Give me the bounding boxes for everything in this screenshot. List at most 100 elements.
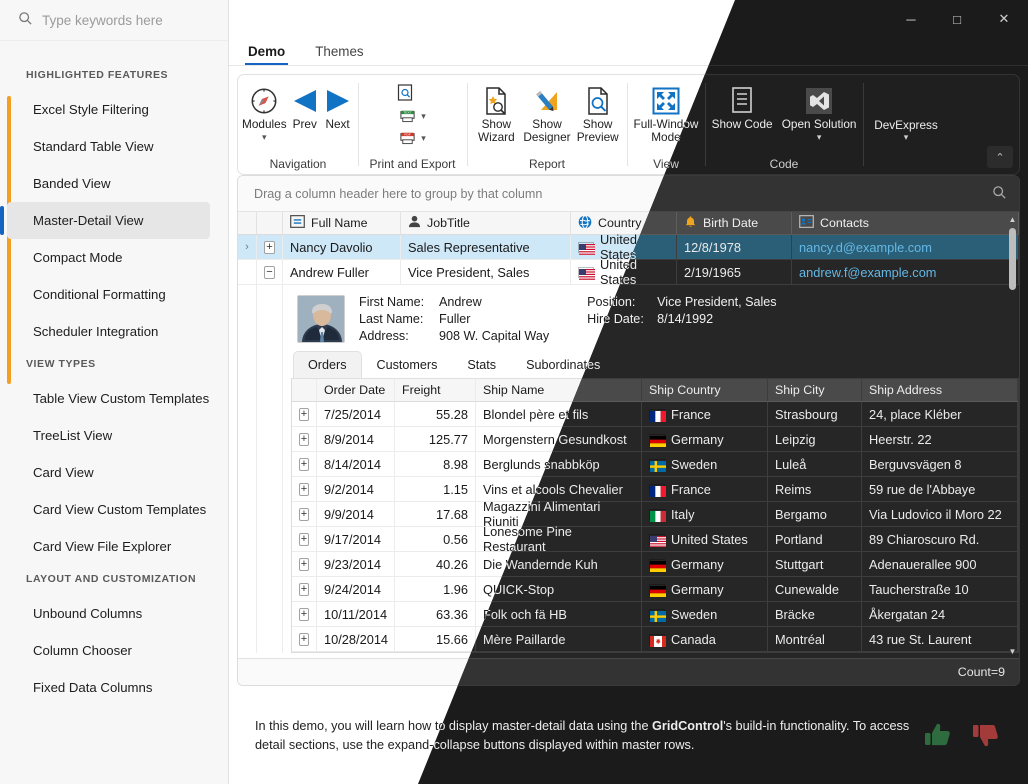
- cell-contacts[interactable]: nancy.d@example.com: [792, 235, 1019, 259]
- vertical-scrollbar[interactable]: ▲ ▼: [1006, 212, 1019, 658]
- search-box[interactable]: Type keywords here: [0, 0, 228, 41]
- detail-column-freight[interactable]: Freight: [395, 379, 476, 401]
- sidebar-item-standard-table-view[interactable]: Standard Table View: [7, 128, 210, 165]
- sidebar-item-conditional-formatting[interactable]: Conditional Formatting: [7, 276, 210, 313]
- expand-collapse-icon[interactable]: +: [299, 508, 309, 521]
- expand-collapse-icon[interactable]: +: [299, 408, 309, 421]
- expand-collapse-icon[interactable]: +: [264, 241, 275, 254]
- cell-order-date: 10/28/2014: [317, 627, 395, 651]
- close-button[interactable]: ✕: [980, 0, 1028, 38]
- expand-collapse-icon[interactable]: +: [299, 433, 309, 446]
- ribbon-button-show-preview[interactable]: ShowPreview: [572, 82, 623, 143]
- grid-column-contacts[interactable]: Contacts: [792, 212, 1019, 234]
- thumbs-down-icon[interactable]: [970, 718, 1004, 755]
- ribbon-group-label: Navigation: [242, 154, 354, 174]
- detail-row-expand-button[interactable]: +: [292, 527, 317, 551]
- chevron-down-icon[interactable]: ▾: [262, 132, 267, 143]
- expand-collapse-icon[interactable]: +: [299, 458, 309, 471]
- expand-collapse-icon[interactable]: +: [299, 633, 309, 646]
- expand-collapse-icon[interactable]: +: [299, 583, 309, 596]
- ship-country-label: France: [671, 482, 711, 497]
- detail-column-ship-country[interactable]: Ship Country: [642, 379, 768, 401]
- ribbon-button-next[interactable]: Next: [321, 82, 354, 131]
- ship-country-label: Canada: [671, 632, 716, 647]
- detail-row-expand-button[interactable]: +: [292, 577, 317, 601]
- cell-contacts[interactable]: andrew.f@example.com: [792, 260, 1019, 284]
- row-count-label: Count=9: [958, 665, 1005, 679]
- chevron-down-icon[interactable]: ▾: [421, 133, 426, 144]
- detail-column-order-date[interactable]: Order Date: [317, 379, 395, 401]
- sidebar-item-table-view-custom-templates[interactable]: Table View Custom Templates: [7, 380, 210, 417]
- ribbon-small-button-print-preview-icon[interactable]: [397, 84, 428, 104]
- row-expand-button[interactable]: −: [257, 260, 283, 284]
- ship-country-label: Sweden: [671, 607, 717, 622]
- tab-themes[interactable]: Themes: [303, 42, 375, 65]
- flag-icon-de: [649, 559, 665, 570]
- scroll-up-arrow[interactable]: ▲: [1006, 212, 1019, 226]
- ribbon-button-show-wizard[interactable]: ShowWizard: [471, 82, 522, 143]
- info-value: Andrew: [439, 295, 482, 309]
- sidebar-item-unbound-columns[interactable]: Unbound Columns: [7, 595, 210, 632]
- detail-row-expand-button[interactable]: +: [292, 477, 317, 501]
- detail-tab-stats[interactable]: Stats: [452, 351, 511, 378]
- thumbs-up-icon[interactable]: [922, 718, 956, 755]
- sidebar-item-column-chooser[interactable]: Column Chooser: [7, 632, 210, 669]
- detail-row-expand-button[interactable]: +: [292, 502, 317, 526]
- detail-tab-customers[interactable]: Customers: [362, 351, 453, 378]
- sidebar-item-excel-style-filtering[interactable]: Excel Style Filtering: [7, 91, 210, 128]
- sidebar-item-fixed-data-columns[interactable]: Fixed Data Columns: [7, 669, 210, 706]
- ribbon-small-button-export-text-icon[interactable]: TEXT▾: [399, 106, 426, 126]
- ribbon-button-open-solution[interactable]: Open Solution ▾: [779, 82, 859, 143]
- row-expand-button[interactable]: +: [257, 235, 283, 259]
- detail-tab-orders[interactable]: Orders: [293, 351, 362, 378]
- sidebar-item-banded-view[interactable]: Banded View: [7, 165, 210, 202]
- detail-row-expand-button[interactable]: +: [292, 427, 317, 451]
- chevron-down-icon[interactable]: ▾: [421, 111, 426, 122]
- detail-column-ship-city[interactable]: Ship City: [768, 379, 862, 401]
- flag-icon-de: [649, 434, 665, 445]
- cell-order-date: 8/14/2014: [317, 452, 395, 476]
- ribbon-collapse-button[interactable]: ⌃: [987, 146, 1013, 168]
- sidebar-item-master-detail-view[interactable]: Master-Detail View: [7, 202, 210, 239]
- expand-collapse-icon[interactable]: +: [299, 533, 309, 546]
- grid-find-icon[interactable]: [992, 185, 1007, 203]
- expand-collapse-icon[interactable]: −: [264, 266, 275, 279]
- minimize-button[interactable]: ─: [888, 0, 934, 38]
- detail-row-expand-button[interactable]: +: [292, 627, 317, 651]
- scroll-down-arrow[interactable]: ▼: [1006, 644, 1019, 658]
- expand-collapse-icon[interactable]: +: [299, 608, 309, 621]
- scrollbar-thumb[interactable]: [1009, 228, 1016, 290]
- contact-card-icon: [799, 215, 814, 231]
- cell-ship-country: Germany: [642, 552, 768, 576]
- tab-demo[interactable]: Demo: [236, 42, 297, 65]
- grid-column-birth-date[interactable]: Birth Date: [677, 212, 792, 234]
- sidebar-item-treelist-view[interactable]: TreeList View: [7, 417, 210, 454]
- search-input-placeholder[interactable]: Type keywords here: [42, 13, 163, 28]
- detail-column-ship-address[interactable]: Ship Address: [862, 379, 1018, 401]
- sidebar-item-label: Table View Custom Templates: [33, 391, 209, 406]
- grid-column-jobtitle[interactable]: JobTitle: [401, 212, 571, 234]
- ribbon-button-devexpress[interactable]: DevExpress ▾: [867, 93, 945, 144]
- sidebar-item-compact-mode[interactable]: Compact Mode: [7, 239, 210, 276]
- detail-row-expand-button[interactable]: +: [292, 602, 317, 626]
- expand-collapse-icon[interactable]: +: [299, 558, 309, 571]
- sidebar-item-card-view-file-explorer[interactable]: Card View File Explorer: [7, 528, 210, 565]
- flag-icon-us: [578, 242, 594, 253]
- detail-row-expand-button[interactable]: +: [292, 452, 317, 476]
- detail-row-expand-button[interactable]: +: [292, 552, 317, 576]
- ribbon-button-prev[interactable]: Prev: [288, 82, 321, 131]
- chevron-down-icon[interactable]: ▾: [904, 132, 909, 143]
- expand-collapse-icon[interactable]: +: [299, 483, 309, 496]
- sidebar-item-scheduler-integration[interactable]: Scheduler Integration: [7, 313, 210, 350]
- cell-ship-name: Folk och fä HB: [476, 602, 642, 626]
- sidebar-item-card-view-custom-templates[interactable]: Card View Custom Templates: [7, 491, 210, 528]
- ribbon-small-button-export-pdf-icon[interactable]: PDF▾: [399, 128, 426, 148]
- grid-column-full-name[interactable]: Full Name: [283, 212, 401, 234]
- ribbon-button-modules[interactable]: Modules ▾: [242, 82, 287, 143]
- detail-row-expand-button[interactable]: +: [292, 402, 317, 426]
- maximize-button[interactable]: □: [934, 0, 980, 38]
- ribbon-button-show-code[interactable]: Show Code: [709, 82, 775, 131]
- chevron-down-icon[interactable]: ▾: [817, 132, 822, 143]
- sidebar-item-card-view[interactable]: Card View: [7, 454, 210, 491]
- ribbon-button-show-designer[interactable]: ShowDesigner: [522, 82, 573, 143]
